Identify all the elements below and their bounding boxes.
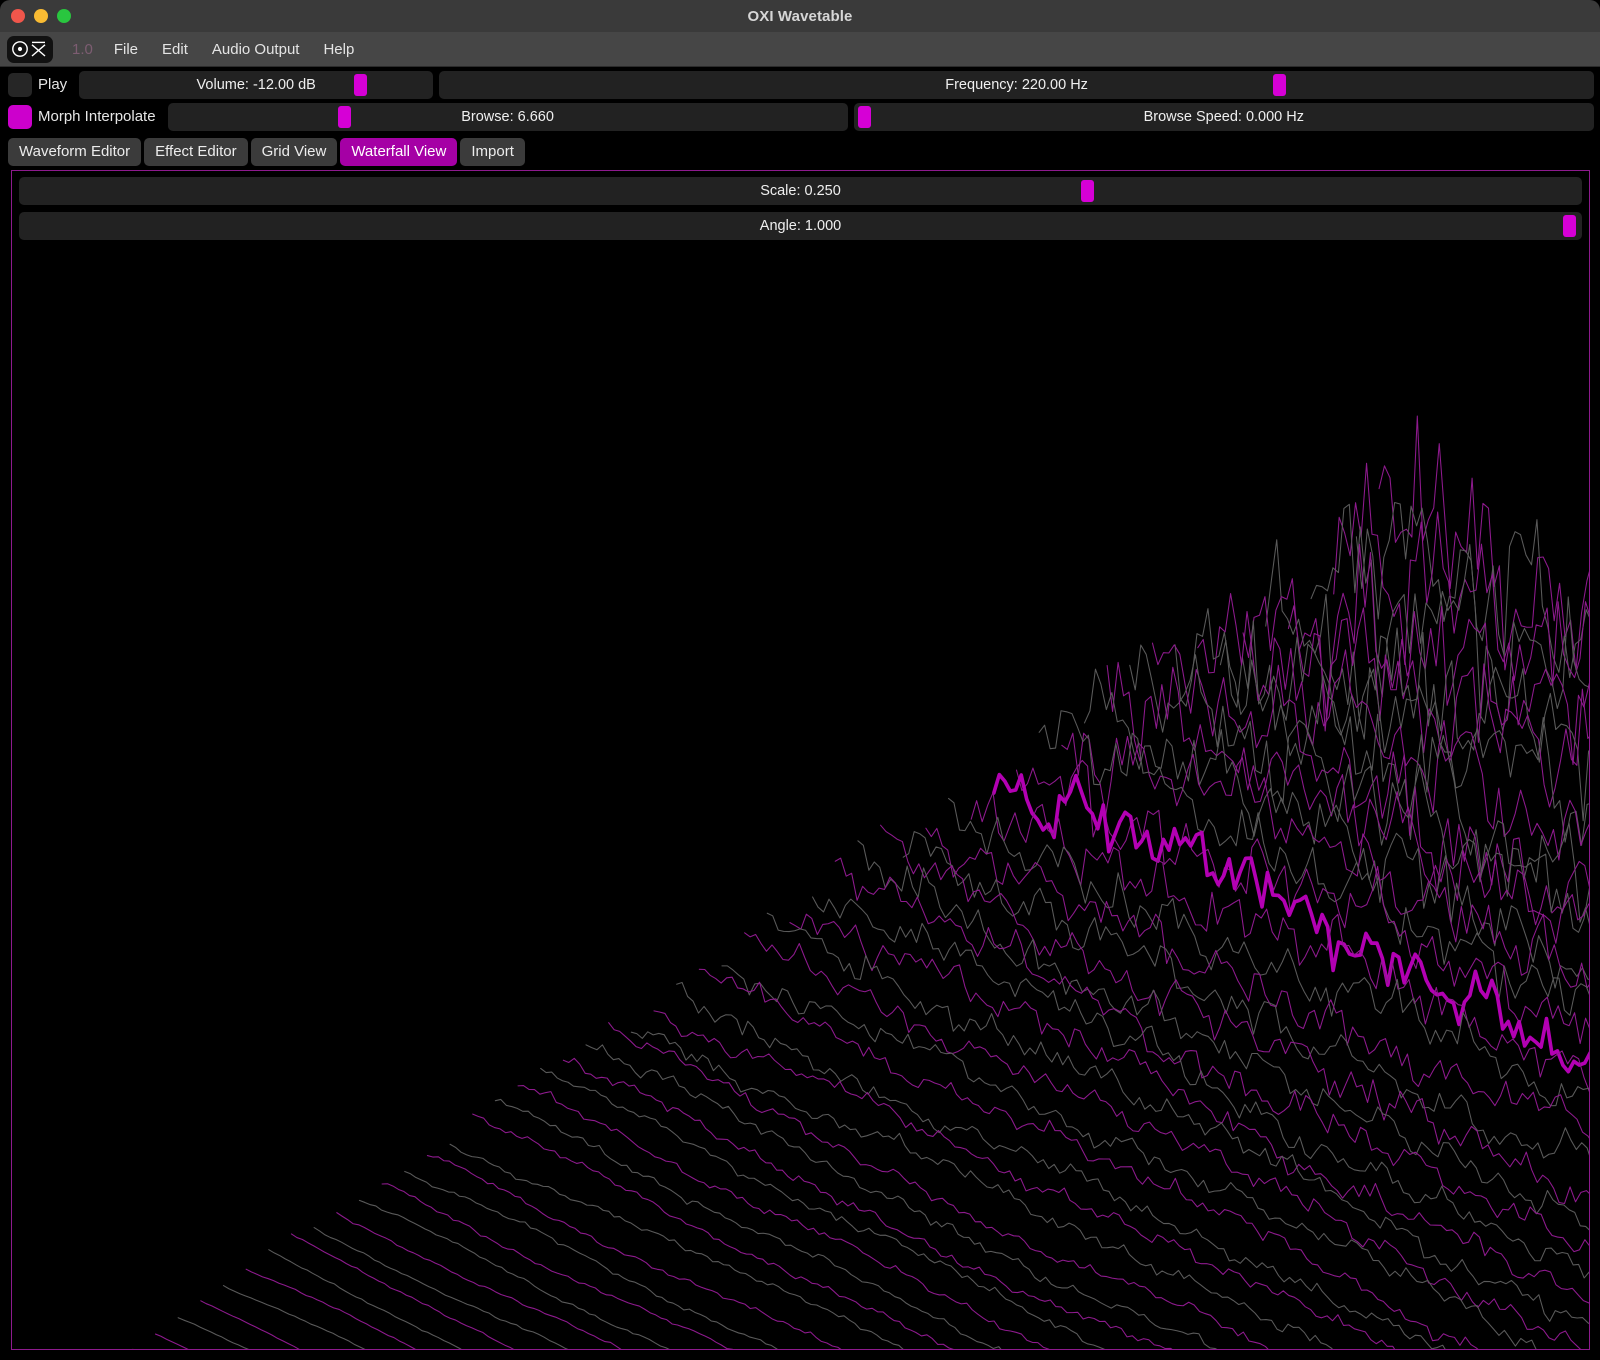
tab-effect-editor[interactable]: Effect Editor <box>144 138 247 166</box>
waterfall-trace <box>1062 733 1589 1304</box>
waterfall-trace <box>541 1068 1589 1349</box>
waterfall-trace <box>745 933 1589 1349</box>
toolbar-row-transport: Play Volume: -12.00 dB Frequency: 220.00… <box>0 70 1600 99</box>
volume-slider-label: Volume: -12.00 dB <box>197 77 316 93</box>
waterfall-trace <box>835 858 1589 1349</box>
view-tabbar: Waveform Editor Effect Editor Grid View … <box>0 134 1600 170</box>
frequency-slider-label: Frequency: 220.00 Hz <box>945 77 1088 93</box>
browse-speed-slider-handle[interactable] <box>858 106 871 128</box>
play-label: Play <box>38 76 67 93</box>
oxi-logo-icon[interactable] <box>7 36 53 63</box>
browse-slider-handle[interactable] <box>338 106 351 128</box>
traffic-lights <box>11 0 71 32</box>
close-window-button[interactable] <box>11 9 25 23</box>
app-version-label: 1.0 <box>63 41 102 58</box>
toolbar-row-browse: Morph Interpolate Browse: 6.660 Browse S… <box>0 102 1600 131</box>
waterfall-trace <box>518 1086 1589 1349</box>
waterfall-plot <box>12 247 1589 1349</box>
waterfall-trace <box>1243 579 1589 1201</box>
waterfall-trace <box>269 1250 1467 1349</box>
waterfall-trace <box>677 982 1589 1349</box>
waterfall-trace <box>246 1269 1444 1349</box>
browse-speed-slider[interactable]: Browse Speed: 0.000 Hz <box>854 103 1594 131</box>
app-window: OXI Wavetable 1.0 File Edit Audio Output… <box>0 0 1600 1360</box>
waterfall-trace <box>1017 760 1589 1341</box>
waterfall-view-panel: Scale: 0.250 Angle: 1.000 <box>11 170 1590 1350</box>
toolbar: Play Volume: -12.00 dB Frequency: 220.00… <box>0 67 1600 134</box>
waterfall-trace <box>495 1099 1589 1349</box>
waterfall-trace <box>790 914 1589 1349</box>
frequency-slider[interactable]: Frequency: 220.00 Hz <box>439 71 1594 99</box>
maximize-window-button[interactable] <box>57 9 71 23</box>
waterfall-trace <box>903 832 1589 1349</box>
angle-slider-handle[interactable] <box>1563 215 1576 237</box>
waterfall-trace <box>156 1334 1354 1349</box>
browse-slider-label: Browse: 6.660 <box>461 109 554 125</box>
angle-slider-label: Angle: 1.000 <box>760 218 841 234</box>
angle-slider[interactable]: Angle: 1.000 <box>19 212 1582 240</box>
waterfall-trace <box>382 1184 1580 1349</box>
menu-file[interactable]: File <box>102 38 150 61</box>
waterfall-trace <box>223 1286 1421 1349</box>
morph-interpolate-label: Morph Interpolate <box>38 108 156 125</box>
minimize-window-button[interactable] <box>34 9 48 23</box>
browse-speed-slider-label: Browse Speed: 0.000 Hz <box>1144 109 1304 125</box>
waterfall-trace <box>767 913 1589 1349</box>
tab-waveform-editor[interactable]: Waveform Editor <box>8 138 141 166</box>
play-checkbox[interactable] <box>8 73 32 97</box>
menu-audio-output[interactable]: Audio Output <box>200 38 312 61</box>
waterfall-trace <box>359 1200 1557 1349</box>
window-title: OXI Wavetable <box>0 8 1600 25</box>
waterfall-trace <box>1311 504 1589 1147</box>
scale-slider[interactable]: Scale: 0.250 <box>19 177 1582 205</box>
menu-help[interactable]: Help <box>311 38 366 61</box>
tab-import[interactable]: Import <box>460 138 525 166</box>
volume-slider[interactable]: Volume: -12.00 dB <box>79 71 433 99</box>
waterfall-trace <box>971 792 1589 1349</box>
waterfall-controls: Scale: 0.250 Angle: 1.000 <box>12 171 1589 247</box>
tab-grid-view[interactable]: Grid View <box>251 138 338 166</box>
waterfall-trace-highlight <box>994 775 1589 1349</box>
waterfall-trace <box>858 841 1589 1349</box>
waterfall-trace <box>881 825 1589 1349</box>
scale-slider-handle[interactable] <box>1081 180 1094 202</box>
menu-edit[interactable]: Edit <box>150 38 200 61</box>
waterfall-trace <box>1356 503 1589 1121</box>
waterfall-canvas[interactable] <box>12 247 1589 1349</box>
menubar: 1.0 File Edit Audio Output Help <box>0 32 1600 67</box>
waterfall-trace <box>450 1144 1589 1349</box>
scale-slider-label: Scale: 0.250 <box>760 183 841 199</box>
morph-interpolate-checkbox[interactable] <box>8 105 32 129</box>
frequency-slider-handle[interactable] <box>1273 74 1286 96</box>
browse-slider[interactable]: Browse: 6.660 <box>168 103 848 131</box>
volume-slider-handle[interactable] <box>354 74 367 96</box>
tab-waterfall-view[interactable]: Waterfall View <box>340 138 457 166</box>
titlebar: OXI Wavetable <box>0 0 1600 32</box>
